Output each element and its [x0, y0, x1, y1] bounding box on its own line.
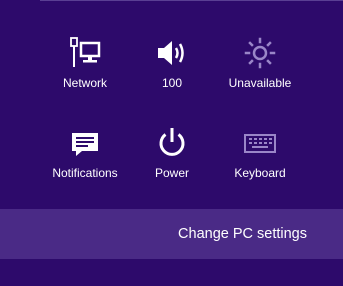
- keyboard-icon: [215, 126, 305, 160]
- brightness-tile: Unavailable: [215, 36, 305, 106]
- notifications-tile[interactable]: Notifications: [40, 126, 130, 196]
- volume-icon: [127, 36, 217, 70]
- keyboard-label: Keyboard: [234, 166, 286, 180]
- power-tile[interactable]: Power: [127, 126, 217, 196]
- top-divider: [40, 0, 343, 1]
- notifications-icon: [40, 126, 130, 160]
- change-pc-settings-button[interactable]: Change PC settings: [0, 209, 343, 259]
- brightness-icon: [215, 36, 305, 70]
- volume-tile[interactable]: 100: [127, 36, 217, 106]
- network-icon: [40, 36, 130, 70]
- power-icon: [127, 126, 217, 160]
- change-pc-settings-label: Change PC settings: [178, 226, 307, 242]
- keyboard-tile: Keyboard: [215, 126, 305, 196]
- network-tile[interactable]: Network: [40, 36, 130, 106]
- brightness-label: Unavailable: [228, 76, 292, 90]
